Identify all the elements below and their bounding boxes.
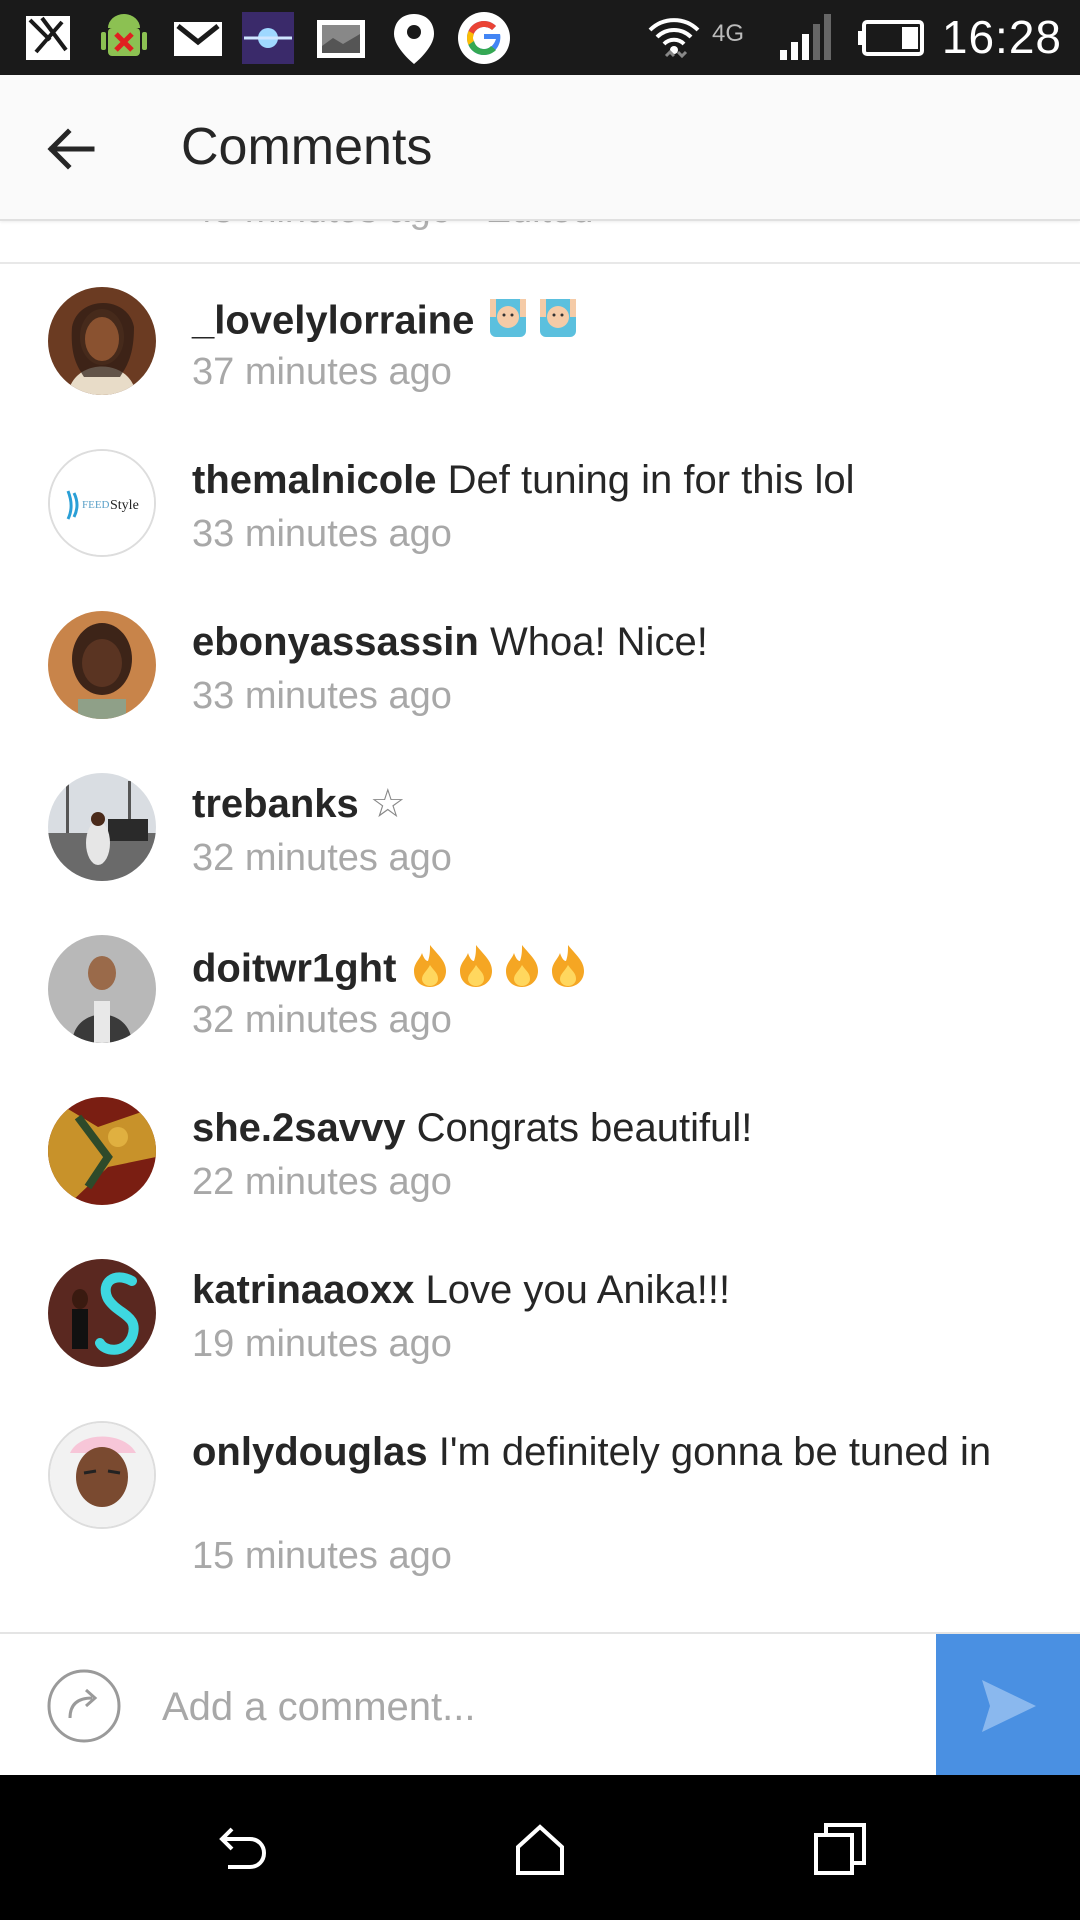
username-link[interactable]: she.2savvy [192, 1106, 406, 1150]
send-button[interactable] [936, 1634, 1080, 1777]
comments-list[interactable]: 45 minutes ago · Edited _lovelylorraine … [0, 219, 1080, 1632]
avatar[interactable]: FEED Style [48, 449, 156, 557]
android-icon [101, 14, 147, 56]
comment-body: I'm definitely gonna be tuned in [438, 1430, 992, 1474]
username-link[interactable]: doitwr1ght [192, 947, 396, 991]
comment-timestamp: 19 minutes ago [192, 1323, 452, 1365]
back-icon[interactable] [208, 1817, 272, 1881]
avatar[interactable] [48, 773, 156, 881]
photo-icon [317, 20, 365, 58]
comment-timestamp: 22 minutes ago [192, 1161, 452, 1203]
previous-comment-partial: 45 minutes ago · Edited [0, 219, 1080, 264]
comment-body: Whoa! Nice! [489, 620, 708, 664]
star-icon: ☆ [369, 782, 406, 826]
username-link[interactable]: katrinaaoxx [192, 1268, 414, 1312]
svg-text:FEED: FEED [82, 499, 110, 511]
send-icon [982, 1680, 1036, 1732]
share-reply-icon[interactable] [46, 1668, 122, 1744]
system-navigation-bar [0, 1775, 1080, 1920]
recent-apps-icon[interactable] [808, 1817, 872, 1881]
avatar[interactable] [48, 1421, 156, 1529]
comment-body: Congrats beautiful! [416, 1106, 753, 1150]
comment-timestamp: 33 minutes ago [192, 513, 452, 555]
comment-timestamp: 33 minutes ago [192, 675, 452, 717]
comment-text: doitwr1ght [192, 941, 992, 1001]
comment-timestamp: 15 minutes ago [192, 1535, 452, 1577]
avatar[interactable] [48, 287, 156, 395]
page-title: Comments [181, 118, 433, 176]
back-arrow-icon[interactable] [40, 117, 104, 181]
avatar[interactable] [48, 1259, 156, 1367]
comment-timestamp: 32 minutes ago [192, 999, 452, 1041]
google-icon [458, 12, 510, 64]
username-link[interactable]: themalnicole [192, 458, 437, 502]
comment-text: _lovelylorraine [192, 293, 992, 353]
avatar[interactable] [48, 1097, 156, 1205]
comment-composer [0, 1632, 1080, 1777]
app-header: Comments [0, 75, 1080, 221]
comment-text: themalnicole Def tuning in for this lol [192, 455, 992, 505]
notification-app-icon [26, 16, 70, 60]
comment-text: onlydouglas I'm definitely gonna be tune… [192, 1427, 992, 1477]
raised-hands-emoji [486, 293, 582, 353]
avatar[interactable] [48, 611, 156, 719]
clock: 16:28 [941, 11, 1062, 63]
comment-timestamp: 32 minutes ago [192, 837, 452, 879]
comment-text: trebanks ☆ [192, 779, 992, 829]
comment-text: she.2savvy Congrats beautiful! [192, 1103, 992, 1153]
username-link[interactable]: ebonyassassin [192, 620, 479, 664]
comment-text: ebonyassassin Whoa! Nice! [192, 617, 992, 667]
avatar[interactable] [48, 935, 156, 1043]
comment-input[interactable] [160, 1664, 924, 1750]
network-type: 4G [712, 20, 745, 47]
gmail-icon [174, 22, 222, 56]
comment-body: Love you Anika!!! [425, 1268, 731, 1312]
fire-emoji [408, 941, 592, 1001]
username-link[interactable]: _lovelylorraine [192, 299, 474, 343]
location-icon [394, 14, 434, 64]
username-link[interactable]: trebanks [192, 782, 359, 826]
username-link[interactable]: onlydouglas [192, 1430, 428, 1474]
comment-body: Def tuning in for this lol [447, 458, 855, 502]
wifi-icon [648, 18, 700, 59]
signal-icon [780, 14, 831, 60]
comment-text: katrinaaoxx Love you Anika!!! [192, 1265, 992, 1315]
battery-icon [858, 20, 924, 56]
media-icon [242, 12, 294, 64]
svg-text:Style: Style [110, 498, 139, 513]
home-icon[interactable] [508, 1817, 572, 1881]
comment-timestamp: 37 minutes ago [192, 351, 452, 393]
status-bar: 4G 16:28 [0, 0, 1080, 75]
